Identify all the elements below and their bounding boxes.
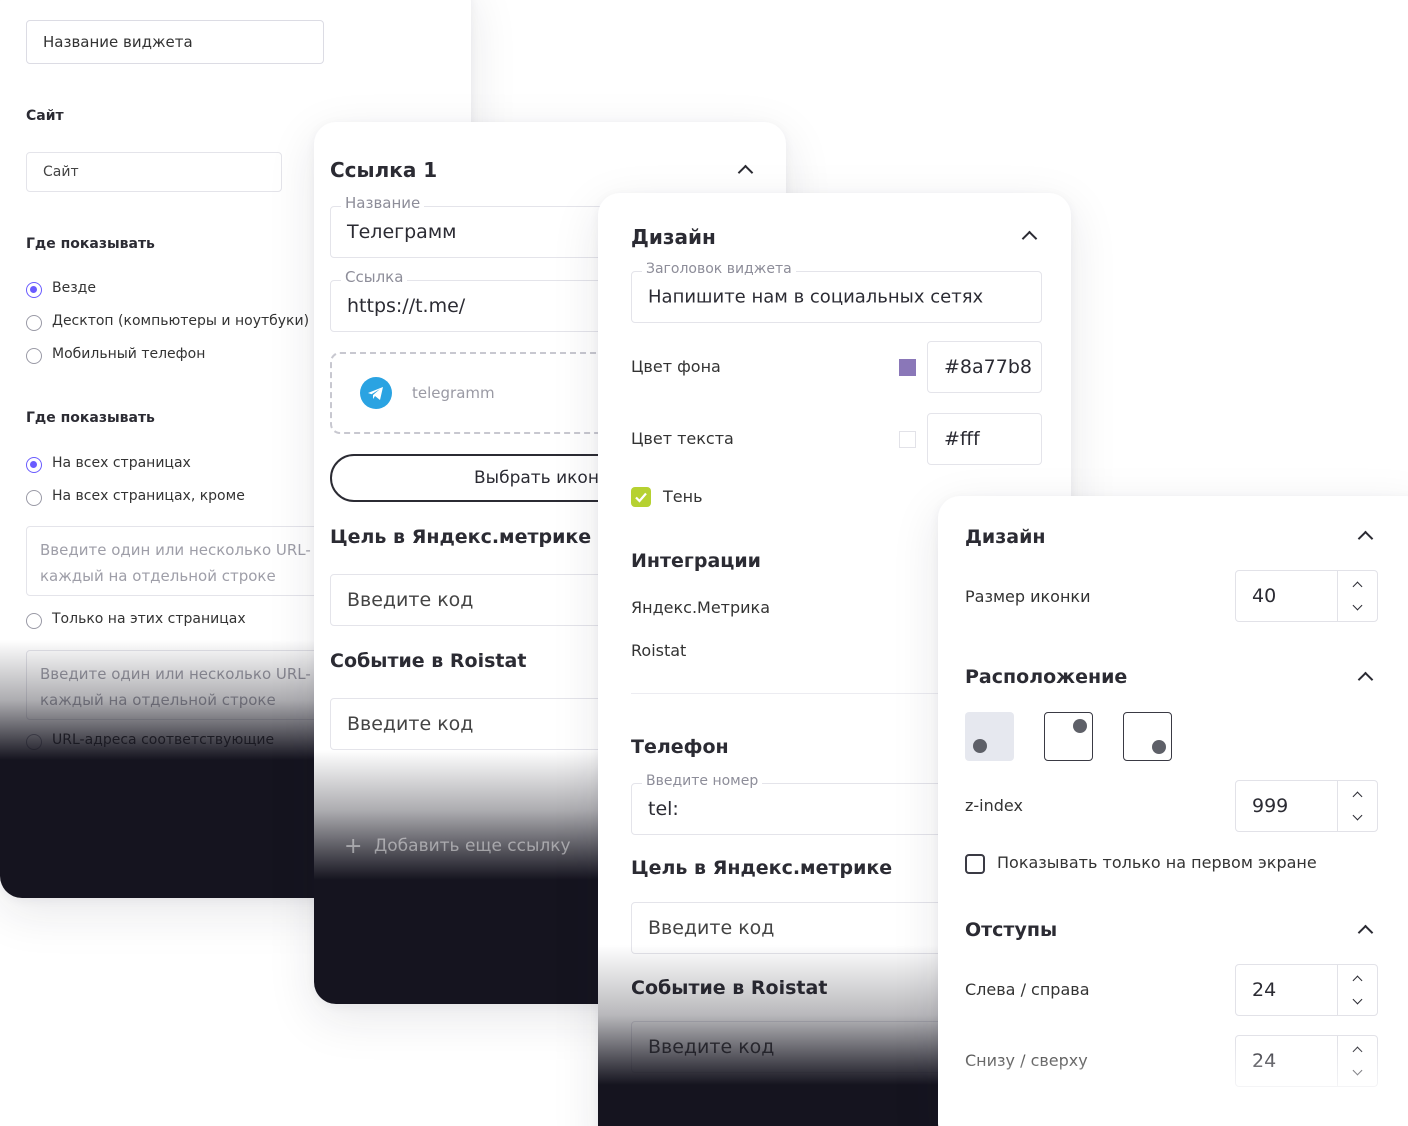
- text-color-swatch[interactable]: [899, 431, 916, 448]
- position-bottom-left[interactable]: [965, 712, 1014, 761]
- link-url-legend: Ссылка: [341, 268, 408, 286]
- text-color-input[interactable]: #fff: [927, 413, 1042, 465]
- radio-label: URL-адреса соответствующие: [52, 732, 275, 748]
- chevron-up-icon[interactable]: [1352, 791, 1363, 802]
- radio-label: Везде: [52, 280, 96, 296]
- left-right-stepper[interactable]: 24: [1235, 964, 1378, 1016]
- radio-urls-matching[interactable]: [26, 734, 42, 750]
- shadow-checkbox[interactable]: [631, 487, 651, 507]
- exclude-urls-textarea[interactable]: Введите один или несколько URL- каждый н…: [26, 526, 346, 596]
- chevron-down-icon[interactable]: [1352, 994, 1363, 1005]
- chevron-up-icon[interactable]: [1352, 975, 1363, 986]
- chevron-up-icon[interactable]: [1357, 671, 1374, 688]
- link-name-legend: Название: [341, 194, 425, 212]
- widget-header-input[interactable]: Напишите нам в социальных сетях: [631, 271, 1042, 323]
- first-screen-label: Показывать только на первом экране: [997, 853, 1317, 872]
- left-right-label: Слева / справа: [965, 980, 1090, 999]
- link-title: Ссылка 1: [330, 158, 438, 182]
- add-link-button[interactable]: + Добавить еще ссылку: [344, 836, 584, 860]
- bg-color-input[interactable]: #8a77b8: [927, 341, 1042, 393]
- icon-size-label: Размер иконки: [965, 587, 1091, 606]
- radio-desktop[interactable]: [26, 315, 42, 331]
- phone-title: Телефон: [631, 736, 729, 758]
- chevron-down-icon[interactable]: [1352, 1065, 1363, 1076]
- radio-only-these[interactable]: [26, 613, 42, 629]
- integrations-title: Интеграции: [631, 550, 761, 572]
- radio-label: Только на этих страницах: [52, 611, 246, 627]
- chevron-up-icon[interactable]: [737, 164, 754, 181]
- roistat-label[interactable]: Roistat: [631, 641, 686, 660]
- bg-color-label: Цвет фона: [631, 357, 721, 376]
- chevron-down-icon[interactable]: [1352, 600, 1363, 611]
- chevron-up-icon[interactable]: [1021, 230, 1038, 247]
- bottom-top-stepper[interactable]: 24: [1235, 1035, 1378, 1087]
- site-select[interactable]: Сайт: [26, 152, 282, 192]
- event-title: Событие в Roistat: [631, 977, 828, 999]
- yandex-metrika-label[interactable]: Яндекс.Метрика: [631, 598, 770, 617]
- design-title: Дизайн: [965, 526, 1046, 548]
- bg-color-swatch[interactable]: [899, 359, 916, 376]
- chevron-up-icon[interactable]: [1357, 530, 1374, 547]
- only-urls-textarea[interactable]: Введите один или несколько URL- каждый н…: [26, 650, 346, 720]
- where-show-pages-title: Где показывать: [26, 410, 155, 426]
- icon-name-label: telegramm: [412, 384, 495, 402]
- chevron-down-icon[interactable]: [1352, 810, 1363, 821]
- first-screen-checkbox[interactable]: [965, 854, 985, 874]
- text-color-label: Цвет текста: [631, 429, 734, 448]
- layout-card: Дизайн Размер иконки 40 Расположение z-i…: [938, 496, 1408, 1126]
- design-title: Дизайн: [631, 225, 716, 249]
- zindex-label: z-index: [965, 796, 1023, 815]
- event-input[interactable]: Введите код: [330, 698, 630, 750]
- choose-icon-button[interactable]: Выбрать иконку: [330, 454, 640, 502]
- link-name-input[interactable]: Телеграмм: [330, 206, 630, 258]
- icon-dropzone[interactable]: telegramm: [330, 352, 630, 434]
- position-top-right[interactable]: [1044, 712, 1093, 761]
- radio-label: На всех страницах: [52, 455, 191, 471]
- radio-label: Мобильный телефон: [52, 346, 206, 362]
- radio-label: Десктоп (компьютеры и ноутбуки): [52, 313, 310, 329]
- widget-name-input[interactable]: Название виджета: [26, 20, 324, 64]
- where-show-title: Где показывать: [26, 236, 155, 252]
- chevron-up-icon[interactable]: [1357, 924, 1374, 941]
- event-title: Событие в Roistat: [330, 650, 527, 672]
- phone-legend: Введите номер: [642, 773, 763, 789]
- site-section-title: Сайт: [26, 108, 64, 124]
- radio-all-pages[interactable]: [26, 457, 42, 473]
- radio-all-except[interactable]: [26, 490, 42, 506]
- radio-label: На всех страницах, кроме: [52, 488, 245, 504]
- position-bottom-right[interactable]: [1123, 712, 1172, 761]
- goal-title: Цель в Яндекс.метрике: [631, 857, 893, 879]
- radio-everywhere[interactable]: [26, 282, 42, 298]
- widget-header-legend: Заголовок виджета: [642, 261, 796, 277]
- zindex-stepper[interactable]: 999: [1235, 780, 1378, 832]
- bottom-top-label: Снизу / сверху: [965, 1051, 1088, 1070]
- link-url-input[interactable]: https://t.me/: [330, 280, 630, 332]
- chevron-up-icon[interactable]: [1352, 581, 1363, 592]
- margins-title: Отступы: [965, 919, 1058, 941]
- chevron-up-icon[interactable]: [1352, 1046, 1363, 1057]
- position-title: Расположение: [965, 666, 1128, 688]
- goal-input[interactable]: Введите код: [330, 574, 630, 626]
- icon-size-stepper[interactable]: 40: [1235, 570, 1378, 622]
- goal-title: Цель в Яндекс.метрике: [330, 526, 592, 548]
- telegram-icon: [360, 377, 392, 409]
- shadow-label: Тень: [663, 487, 703, 506]
- radio-mobile[interactable]: [26, 348, 42, 364]
- plus-icon: +: [344, 834, 363, 859]
